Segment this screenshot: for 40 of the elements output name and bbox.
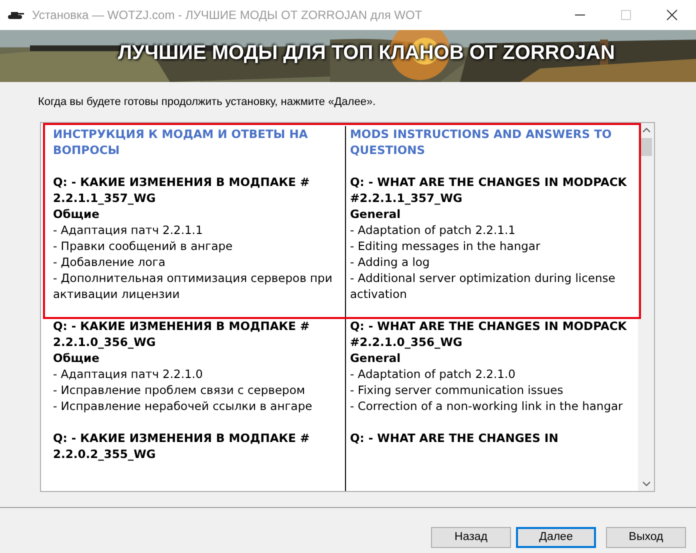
- change-item: - Добавление лога: [53, 254, 166, 270]
- change-item: - Additional server optimization during license activation: [350, 270, 616, 302]
- readme-heading: MODS INSTRUCTIONS AND ANSWERS TO QUESTIONS: [350, 126, 613, 158]
- change-item: - Adaptation of patch 2.2.1.0: [350, 366, 516, 382]
- close-icon[interactable]: [666, 9, 678, 21]
- question-text: Q: - WHAT ARE THE CHANGES IN: [350, 430, 560, 446]
- change-item: - Адаптация патч 2.2.1.1: [53, 222, 204, 238]
- instruction-text: Когда вы будете готовы продолжить установку, нажмите «Далее».: [38, 96, 377, 110]
- change-item: - Correction of a non-working link in the hangar: [350, 398, 624, 414]
- section-label: Общие: [53, 206, 100, 222]
- dialog-button[interactable]: Далее: [516, 526, 596, 548]
- scrollbar[interactable]: [638, 123, 654, 491]
- section-label: General: [350, 350, 402, 366]
- change-item: - Adaptation of patch 2.2.1.1: [350, 222, 516, 238]
- readme-heading: ИНСТРУКЦИЯ К МОДАМ И ОТВЕТЫ НА ВОПРОСЫ: [53, 126, 309, 158]
- version-text: #2.2.1.0_356_WG: [350, 334, 464, 350]
- change-item: - Adding a log: [350, 254, 431, 270]
- dialog-button[interactable]: Выход: [606, 526, 686, 548]
- question-text: Q: - WHAT ARE THE CHANGES IN MODPACK: [350, 318, 628, 334]
- version-text: #2.2.1.1_357_WG: [350, 190, 464, 206]
- change-item: - Fixing server communication issues: [350, 382, 564, 398]
- scroll-down-icon[interactable]: [642, 481, 650, 487]
- question-text: Q: - КАКИЕ ИЗМЕНЕНИЯ В МОДПАКЕ # 2.2.0.2_355_WG: [53, 430, 311, 462]
- question-text: Q: - WHAT ARE THE CHANGES IN MODPACK: [350, 174, 628, 190]
- change-item: - Исправление проблем связи с сервером: [53, 382, 306, 398]
- scroll-up-icon[interactable]: [642, 127, 650, 133]
- question-text: Q: - КАКИЕ ИЗМЕНЕНИЯ В МОДПАКЕ # 2.2.1.1_357_WG: [53, 174, 311, 206]
- dialog-button[interactable]: Назад: [431, 526, 511, 548]
- change-item: - Адаптация патч 2.2.1.0: [53, 366, 204, 382]
- section-label: Общие: [53, 350, 100, 366]
- section-label: General: [350, 206, 402, 222]
- change-item: - Правки сообщений в ангаре: [53, 238, 234, 254]
- question-text: Q: - КАКИЕ ИЗМЕНЕНИЯ В МОДПАКЕ # 2.2.1.0_356_WG: [53, 318, 311, 350]
- scroll-thumb[interactable]: [640, 138, 652, 156]
- change-item: - Editing messages in the hangar: [350, 238, 542, 254]
- banner-title: ЛУЧШИЕ МОДЫ ДЛЯ ТОП КЛАНОВ ОТ ZORROJAN: [118, 42, 615, 65]
- window-title: Установка — WOTZJ.com - ЛУЧШИЕ МОДЫ ОТ ZORROJAN для WOT: [32, 8, 422, 22]
- change-item: - Дополнительная оптимизация серверов при активации лицензии: [53, 270, 334, 302]
- change-item: - Исправление нерабочей ссылки в ангаре: [53, 398, 314, 414]
- tank-icon: [6, 10, 24, 20]
